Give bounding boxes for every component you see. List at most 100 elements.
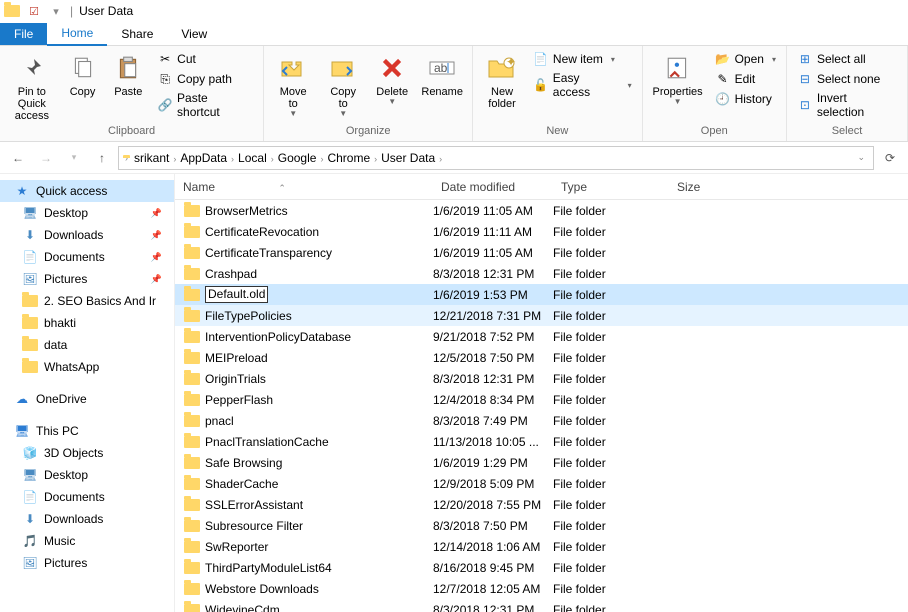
breadcrumb[interactable]: Local — [234, 151, 271, 165]
file-list: Name ⌃ Date modified Type Size BrowserMe… — [175, 174, 908, 612]
breadcrumb[interactable]: Google — [274, 151, 321, 165]
refresh-button[interactable]: ⟳ — [878, 146, 902, 170]
forward-button[interactable]: → — [34, 146, 58, 170]
folder-title-icon — [4, 3, 20, 19]
table-row[interactable]: BrowserMetrics1/6/2019 11:05 AMFile fold… — [175, 200, 908, 221]
folder-icon — [183, 475, 201, 493]
table-row[interactable]: CertificateRevocation1/6/2019 11:11 AMFi… — [175, 221, 908, 242]
table-row[interactable]: PepperFlash12/4/2018 8:34 PMFile folder — [175, 389, 908, 410]
sidebar-item[interactable]: WhatsApp — [0, 356, 174, 378]
table-row[interactable]: SwReporter12/14/2018 1:06 AMFile folder — [175, 536, 908, 557]
this-pc[interactable]: 🖥This PC — [0, 420, 174, 442]
new-folder-button[interactable]: ✦New folder — [479, 50, 525, 112]
up-button[interactable]: ↑ — [90, 146, 114, 170]
address-bar[interactable]: › srikant›AppData›Local›Google›Chrome›Us… — [118, 146, 874, 170]
sidebar-item[interactable]: ⬇Downloads📌 — [0, 224, 174, 246]
column-size[interactable]: Size — [669, 180, 749, 194]
copy-button[interactable]: Copy — [62, 50, 104, 100]
column-name[interactable]: Name ⌃ — [175, 180, 433, 194]
chevron-right-icon[interactable]: › — [439, 154, 442, 164]
file-type: File folder — [553, 456, 669, 470]
pin-to-quick-access-button[interactable]: Pin to Quick access — [6, 50, 58, 124]
paste-shortcut-button[interactable]: 🔗Paste shortcut — [153, 90, 257, 120]
sidebar-item[interactable]: 📄Documents📌 — [0, 246, 174, 268]
quick-access[interactable]: ★Quick access — [0, 180, 174, 202]
select-all-button[interactable]: ⊞Select all — [793, 50, 901, 68]
delete-button[interactable]: Delete▼ — [370, 50, 414, 109]
select-none-button[interactable]: ⊟Select none — [793, 70, 901, 88]
table-row[interactable]: InterventionPolicyDatabase9/21/2018 7:52… — [175, 326, 908, 347]
file-type: File folder — [553, 372, 669, 386]
sidebar-item-label: bhakti — [44, 316, 76, 330]
table-row[interactable]: Safe Browsing1/6/2019 1:29 PMFile folder — [175, 452, 908, 473]
sidebar-item[interactable]: 🖥Desktop — [0, 464, 174, 486]
easy-access-button[interactable]: 🔓Easy access▾ — [529, 70, 636, 100]
file-type: File folder — [553, 204, 669, 218]
rename-icon: ab — [426, 52, 458, 84]
move-to-button[interactable]: Move to▼ — [270, 50, 316, 121]
column-date[interactable]: Date modified — [433, 180, 553, 194]
sidebar-item[interactable]: 🎵Music — [0, 530, 174, 552]
table-row[interactable]: Webstore Downloads12/7/2018 12:05 AMFile… — [175, 578, 908, 599]
table-row[interactable]: SSLErrorAssistant12/20/2018 7:55 PMFile … — [175, 494, 908, 515]
sidebar-item[interactable]: data — [0, 334, 174, 356]
table-row[interactable]: FileTypePolicies12/21/2018 7:31 PMFile f… — [175, 305, 908, 326]
onedrive[interactable]: ☁OneDrive — [0, 388, 174, 410]
table-row[interactable]: Subresource Filter8/3/2018 7:50 PMFile f… — [175, 515, 908, 536]
folder-icon — [183, 433, 201, 451]
sidebar-item[interactable]: 🧊3D Objects — [0, 442, 174, 464]
table-row[interactable]: MEIPreload12/5/2018 7:50 PMFile folder — [175, 347, 908, 368]
breadcrumb[interactable]: Chrome — [323, 151, 374, 165]
breadcrumb[interactable]: User Data — [377, 151, 439, 165]
sidebar-item[interactable]: 📄Documents — [0, 486, 174, 508]
qat-properties-icon[interactable]: ☑ — [26, 3, 42, 19]
sidebar-item[interactable]: ⬇Downloads — [0, 508, 174, 530]
sidebar-item[interactable]: bhakti — [0, 312, 174, 334]
sidebar-item[interactable]: 🖼Pictures📌 — [0, 268, 174, 290]
table-row[interactable]: OriginTrials8/3/2018 12:31 PMFile folder — [175, 368, 908, 389]
sidebar-item[interactable]: 🖥Desktop📌 — [0, 202, 174, 224]
rename-input[interactable]: Default.old — [205, 286, 268, 303]
breadcrumb[interactable]: AppData — [176, 151, 231, 165]
file-name: InterventionPolicyDatabase — [205, 330, 433, 344]
paste-button[interactable]: Paste — [107, 50, 149, 100]
file-name: SSLErrorAssistant — [205, 498, 433, 512]
qat-dropdown-icon[interactable]: ▾ — [48, 3, 64, 19]
tab-share[interactable]: Share — [107, 23, 167, 45]
file-name: SwReporter — [205, 540, 433, 554]
group-open-label: Open — [701, 125, 728, 139]
edit-button[interactable]: ✎Edit — [711, 70, 780, 88]
table-row[interactable]: WidevineCdm8/3/2018 12:31 PMFile folder — [175, 599, 908, 612]
table-row[interactable]: CertificateTransparency1/6/2019 11:05 AM… — [175, 242, 908, 263]
copy-path-button[interactable]: ⎘Copy path — [153, 70, 257, 88]
column-type[interactable]: Type — [553, 180, 669, 194]
open-button[interactable]: 📂Open▾ — [711, 50, 780, 68]
tab-home[interactable]: Home — [47, 22, 107, 46]
tab-file[interactable]: File — [0, 23, 47, 45]
table-row[interactable]: Crashpad8/3/2018 12:31 PMFile folder — [175, 263, 908, 284]
folder-icon — [183, 412, 201, 430]
chevron-down-icon[interactable]: ⌄ — [857, 152, 865, 163]
sidebar-item[interactable]: 🖼Pictures — [0, 552, 174, 574]
invert-selection-button[interactable]: ⊡Invert selection — [793, 90, 901, 120]
sidebar-item[interactable]: 2. SEO Basics And Ir — [0, 290, 174, 312]
cut-button[interactable]: ✂Cut — [153, 50, 257, 68]
folder-icon — [183, 328, 201, 346]
properties-button[interactable]: Properties▼ — [649, 50, 707, 109]
tab-view[interactable]: View — [167, 23, 221, 45]
new-item-button[interactable]: 📄New item▾ — [529, 50, 636, 68]
table-row[interactable]: PnaclTranslationCache11/13/2018 10:05 ..… — [175, 431, 908, 452]
rename-button[interactable]: abRename — [418, 50, 466, 100]
table-row[interactable]: Default.old1/6/2019 1:53 PMFile folder — [175, 284, 908, 305]
table-row[interactable]: ShaderCache12/9/2018 5:09 PMFile folder — [175, 473, 908, 494]
back-button[interactable]: ← — [6, 146, 30, 170]
recent-locations-button[interactable]: ▾ — [62, 146, 86, 170]
table-row[interactable]: ThirdPartyModuleList648/16/2018 9:45 PMF… — [175, 557, 908, 578]
copy-to-button[interactable]: Copy to▼ — [320, 50, 366, 121]
breadcrumb[interactable]: srikant — [130, 151, 173, 165]
pin-icon: 📌 — [151, 252, 168, 263]
table-row[interactable]: pnacl8/3/2018 7:49 PMFile folder — [175, 410, 908, 431]
history-button[interactable]: 🕘History — [711, 90, 780, 108]
sidebar-item-label: Music — [44, 534, 75, 548]
edit-icon: ✎ — [715, 71, 731, 87]
